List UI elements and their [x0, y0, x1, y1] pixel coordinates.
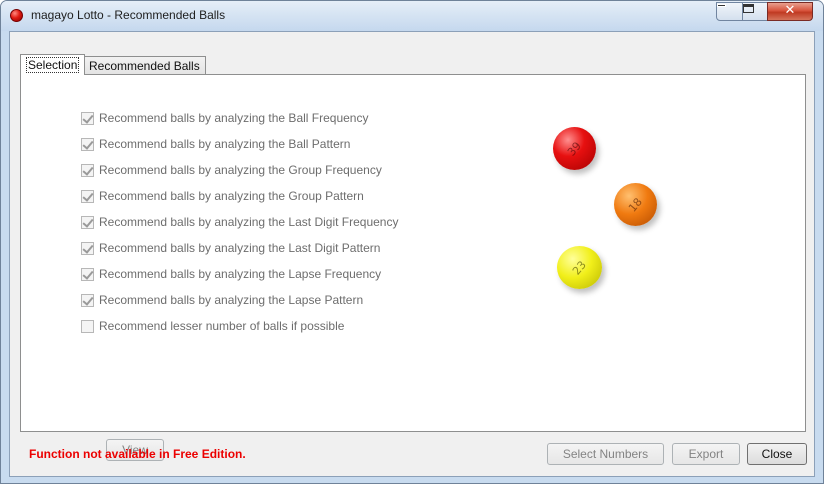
lotto-ball-image: 23 [557, 246, 602, 289]
maximize-icon [743, 4, 754, 13]
lotto-ball-app-icon [10, 9, 23, 22]
export-button[interactable]: Export [672, 443, 740, 465]
ball-number: 23 [570, 257, 589, 278]
tab-recommended-balls[interactable]: Recommended Balls [83, 56, 206, 75]
tab-recommended-balls-label: Recommended Balls [89, 59, 200, 73]
tab-selection[interactable]: Selection [20, 54, 86, 75]
option-lapse-frequency[interactable]: Recommend balls by analyzing the Lapse F… [81, 266, 381, 282]
option-lesser-balls[interactable]: Recommend lesser number of balls if poss… [81, 318, 344, 334]
ball-number: 18 [626, 194, 645, 215]
free-edition-warning: Function not available in Free Edition. [29, 447, 246, 461]
selection-panel: Recommend balls by analyzing the Ball Fr… [20, 74, 806, 461]
option-label: Recommend lesser number of balls if poss… [99, 319, 345, 333]
option-label: Recommend balls by analyzing the Last Di… [99, 215, 399, 229]
option-last-digit-pattern[interactable]: Recommend balls by analyzing the Last Di… [81, 240, 380, 256]
option-lapse-pattern[interactable]: Recommend balls by analyzing the Lapse P… [81, 292, 363, 308]
option-group-frequency[interactable]: Recommend balls by analyzing the Group F… [81, 162, 382, 178]
close-window-button[interactable]: ✕ [767, 2, 813, 21]
close-button[interactable]: Close [747, 443, 807, 465]
checkbox[interactable] [81, 163, 94, 177]
checkbox[interactable] [81, 111, 94, 125]
option-last-digit-frequency[interactable]: Recommend balls by analyzing the Last Di… [81, 214, 398, 230]
option-label: Recommend balls by analyzing the Lapse F… [99, 267, 382, 281]
title-bar[interactable]: magayo Lotto - Recommended Balls ✕ [1, 1, 823, 31]
option-group-pattern[interactable]: Recommend balls by analyzing the Group P… [81, 188, 364, 204]
checkbox[interactable] [81, 215, 94, 229]
window-title: magayo Lotto - Recommended Balls [31, 8, 226, 22]
minimize-button[interactable] [716, 2, 743, 21]
checkbox[interactable] [81, 267, 94, 281]
app-window: magayo Lotto - Recommended Balls ✕ Selec… [0, 0, 824, 484]
option-label: Recommend balls by analyzing the Ball Fr… [99, 111, 369, 125]
checkbox[interactable] [81, 241, 94, 255]
minimize-icon [717, 4, 726, 7]
checkbox[interactable] [81, 189, 94, 203]
close-icon: ✕ [784, 3, 796, 18]
checkbox[interactable] [81, 137, 94, 151]
option-label: Recommend balls by analyzing the Last Di… [99, 241, 381, 255]
lotto-ball-image: 39 [553, 127, 596, 170]
checkbox[interactable] [81, 319, 94, 333]
option-label: Recommend balls by analyzing the Ball Pa… [99, 137, 351, 151]
maximize-button[interactable] [742, 2, 768, 21]
select-numbers-button[interactable]: Select Numbers [547, 443, 664, 465]
dialog-client-area: Selection Recommended Balls Recommend ba… [9, 31, 815, 477]
ball-number: 39 [565, 138, 584, 159]
tab-selection-label: Selection [26, 57, 80, 73]
option-ball-pattern[interactable]: Recommend balls by analyzing the Ball Pa… [81, 136, 350, 152]
option-ball-frequency[interactable]: Recommend balls by analyzing the Ball Fr… [81, 110, 368, 126]
option-label: Recommend balls by analyzing the Group P… [99, 189, 364, 203]
option-label: Recommend balls by analyzing the Lapse P… [99, 293, 364, 307]
lotto-ball-image: 18 [614, 183, 657, 226]
checkbox[interactable] [81, 293, 94, 307]
option-label: Recommend balls by analyzing the Group F… [99, 163, 382, 177]
